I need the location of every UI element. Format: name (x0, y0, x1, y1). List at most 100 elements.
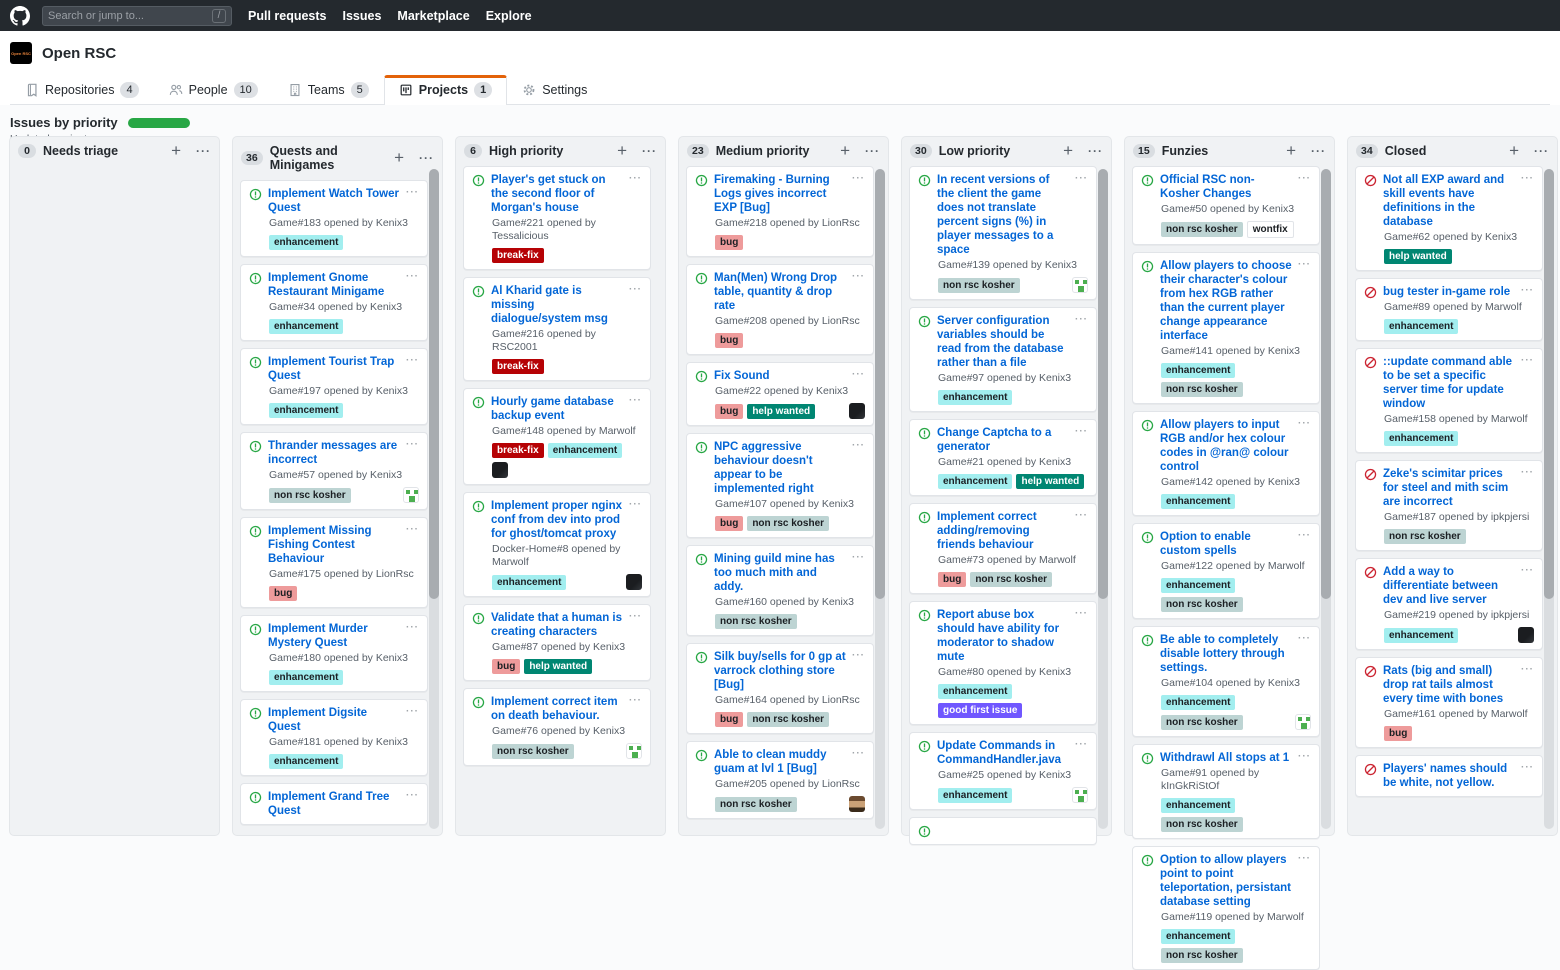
card-title-link[interactable]: Able to clean muddy guam at lvl 1 [Bug] (714, 748, 846, 776)
issue-card[interactable]: Able to clean muddy guam at lvl 1 [Bug]·… (686, 741, 874, 819)
card-title-link[interactable]: Hourly game database backup event (491, 395, 623, 423)
add-card-button[interactable]: + (840, 144, 850, 158)
issue-card[interactable]: Allow players to choose their character'… (1132, 252, 1320, 404)
tab-people[interactable]: People 10 (154, 75, 273, 105)
issue-card[interactable]: Player's get stuck on the second floor o… (463, 166, 651, 270)
card-title-link[interactable]: Report abuse box should have ability for… (937, 608, 1069, 664)
card-title-link[interactable]: Silk buy/sells for 0 gp at varrock cloth… (714, 650, 846, 692)
column-scrollbar-thumb[interactable] (429, 169, 439, 599)
card-menu-button[interactable]: ··· (1075, 608, 1088, 664)
card-title-link[interactable]: Implement proper nginx conf from dev int… (491, 499, 623, 541)
column-scrollbar-track[interactable] (1098, 169, 1108, 829)
issue-card[interactable]: Thrander messages are incorrect···Game#5… (240, 432, 428, 510)
card-menu-button[interactable]: ··· (629, 395, 642, 423)
add-card-button[interactable]: + (1286, 144, 1296, 158)
card-menu-button[interactable]: ··· (406, 187, 419, 215)
card-menu-button[interactable]: ··· (406, 622, 419, 650)
issue-card[interactable]: Withdrawl All stops at 1···Game#91 opene… (1132, 744, 1320, 839)
card-title-link[interactable]: Man(Men) Wrong Drop table, quantity & dr… (714, 271, 846, 313)
card-menu-button[interactable]: ··· (1521, 467, 1534, 509)
card-title-link[interactable]: Implement Digsite Quest (268, 706, 400, 734)
card-menu-button[interactable]: ··· (1075, 426, 1088, 454)
issue-card[interactable]: Official RSC non-Kosher Changes···Game#5… (1132, 166, 1320, 245)
card-menu-button[interactable]: ··· (629, 695, 642, 723)
card-title-link[interactable]: Validate that a human is creating charac… (491, 611, 623, 639)
card-menu-button[interactable]: ··· (1298, 751, 1311, 765)
column-scrollbar-thumb[interactable] (1544, 169, 1554, 599)
card-title-link[interactable]: Al Kharid gate is missing dialogue/syste… (491, 284, 623, 326)
card-title-link[interactable]: Server configuration variables should be… (937, 314, 1069, 370)
card-title-link[interactable]: Implement Grand Tree Quest (268, 790, 400, 818)
issue-card[interactable]: Server configuration variables should be… (909, 307, 1097, 412)
column-scrollbar-track[interactable] (1544, 169, 1554, 829)
issue-card[interactable]: Implement correct adding/removing friend… (909, 503, 1097, 594)
issue-card[interactable]: Be able to completely disable lottery th… (1132, 626, 1320, 737)
issue-card[interactable]: Not all EXP award and skill events have … (1355, 166, 1543, 271)
github-logo-icon[interactable] (10, 6, 30, 26)
column-menu-button[interactable]: ··· (196, 144, 211, 158)
card-menu-button[interactable]: ··· (852, 271, 865, 313)
issue-card[interactable]: Silk buy/sells for 0 gp at varrock cloth… (686, 643, 874, 734)
assignee-avatar[interactable] (492, 462, 508, 478)
card-menu-button[interactable]: ··· (1298, 259, 1311, 343)
add-card-button[interactable]: + (1509, 144, 1519, 158)
card-title-link[interactable]: Add a way to differentiate between dev a… (1383, 565, 1515, 607)
issue-card[interactable]: In recent versions of the client the gam… (909, 166, 1097, 300)
assignee-avatar[interactable] (1518, 627, 1534, 643)
issue-card[interactable]: ::update command able to be set a specif… (1355, 348, 1543, 453)
project-name-link[interactable]: Issues by priority (10, 115, 118, 130)
tab-teams[interactable]: Teams 5 (273, 75, 384, 105)
card-menu-button[interactable]: ··· (406, 439, 419, 467)
issue-card[interactable] (909, 817, 1097, 845)
add-card-button[interactable]: + (394, 151, 404, 165)
issue-card[interactable]: Add a way to differentiate between dev a… (1355, 558, 1543, 650)
assignee-avatar[interactable] (1295, 714, 1311, 730)
issue-card[interactable]: Implement Gnome Restaurant Minigame···Ga… (240, 264, 428, 341)
column-menu-button[interactable]: ··· (419, 151, 434, 165)
card-menu-button[interactable]: ··· (1075, 314, 1088, 370)
card-menu-button[interactable]: ··· (852, 650, 865, 692)
card-menu-button[interactable]: ··· (629, 499, 642, 541)
issue-card[interactable]: Implement Grand Tree Quest··· (240, 783, 428, 825)
issue-card[interactable]: Option to enable custom spells···Game#12… (1132, 523, 1320, 619)
card-title-link[interactable]: Implement Murder Mystery Quest (268, 622, 400, 650)
column-scrollbar-thumb[interactable] (875, 169, 885, 599)
card-menu-button[interactable]: ··· (1521, 173, 1534, 229)
assignee-avatar[interactable] (626, 743, 642, 759)
card-title-link[interactable]: Allow players to input RGB and/or hex co… (1160, 418, 1292, 474)
assignee-avatar[interactable] (849, 403, 865, 419)
card-title-link[interactable]: Be able to completely disable lottery th… (1160, 633, 1292, 675)
card-title-link[interactable]: Implement Gnome Restaurant Minigame (268, 271, 400, 299)
column-scrollbar-track[interactable] (429, 169, 439, 829)
card-title-link[interactable]: Fix Sound (714, 369, 846, 383)
column-menu-button[interactable]: ··· (865, 144, 880, 158)
card-title-link[interactable]: Implement Tourist Trap Quest (268, 355, 400, 383)
card-menu-button[interactable]: ··· (852, 440, 865, 496)
assignee-avatar[interactable] (1072, 277, 1088, 293)
card-menu-button[interactable]: ··· (1298, 530, 1311, 558)
issue-card[interactable]: bug tester in-game role···Game#89 opened… (1355, 278, 1543, 341)
issue-card[interactable]: Man(Men) Wrong Drop table, quantity & dr… (686, 264, 874, 355)
issue-card[interactable]: Fix Sound···Game#22 opened by Kenix3bugh… (686, 362, 874, 426)
card-menu-button[interactable]: ··· (1298, 853, 1311, 909)
issue-card[interactable]: Report abuse box should have ability for… (909, 601, 1097, 725)
card-menu-button[interactable]: ··· (406, 271, 419, 299)
card-menu-button[interactable]: ··· (1521, 565, 1534, 607)
card-title-link[interactable]: Zeke's scimitar prices for steel and mit… (1383, 467, 1515, 509)
card-menu-button[interactable]: ··· (1075, 739, 1088, 767)
nav-explore[interactable]: Explore (486, 9, 532, 23)
column-menu-button[interactable]: ··· (1088, 144, 1103, 158)
card-menu-button[interactable]: ··· (1521, 355, 1534, 411)
issue-card[interactable]: NPC aggressive behaviour doesn't appear … (686, 433, 874, 538)
nav-pull-requests[interactable]: Pull requests (248, 9, 327, 23)
card-menu-button[interactable]: ··· (1521, 285, 1534, 299)
tab-repositories[interactable]: Repositories 4 (10, 75, 154, 105)
issue-card[interactable]: Change Captcha to a generator···Game#21 … (909, 419, 1097, 496)
card-menu-button[interactable]: ··· (1075, 173, 1088, 257)
add-card-button[interactable]: + (1063, 144, 1073, 158)
card-menu-button[interactable]: ··· (1298, 633, 1311, 675)
card-title-link[interactable]: In recent versions of the client the gam… (937, 173, 1069, 257)
column-scrollbar-track[interactable] (875, 169, 885, 829)
search-input[interactable]: Search or jump to... / (42, 6, 232, 26)
assignee-avatar[interactable] (849, 796, 865, 812)
